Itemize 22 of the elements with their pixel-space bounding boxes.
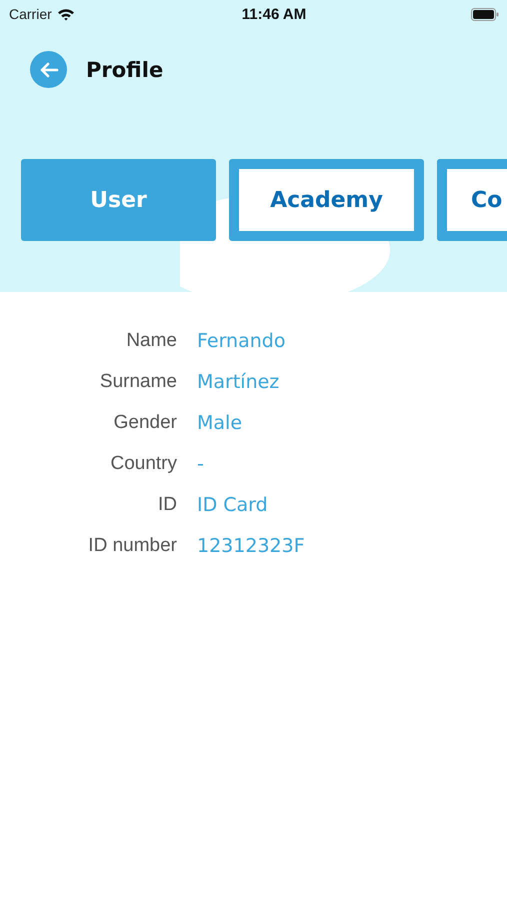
field-label: Surname [98, 371, 177, 393]
tab[interactable]: Academy [229, 159, 424, 241]
field-label: ID number [87, 535, 177, 557]
back-button[interactable] [30, 51, 67, 88]
field-value: 12312323F [197, 535, 306, 557]
page-title: Profile [86, 58, 164, 82]
battery-icon [470, 8, 499, 20]
wifi-icon [56, 8, 75, 20]
field-value: Male [197, 412, 244, 434]
field-label: Gender [112, 412, 177, 434]
tab[interactable]: User [21, 159, 216, 241]
field-value: Fernando [197, 330, 286, 352]
field-value: Martínez [197, 371, 280, 393]
field-value: - [197, 453, 205, 475]
field-value: ID Card [197, 494, 269, 516]
status-time: 11:46 AM [242, 6, 306, 22]
back-arrow-icon [38, 62, 58, 78]
tab[interactable]: Co [437, 159, 507, 241]
field-label: Name [125, 330, 177, 352]
carrier-label: Carrier [9, 6, 52, 22]
field-label: ID [157, 494, 177, 516]
field-label: Country [109, 453, 177, 475]
